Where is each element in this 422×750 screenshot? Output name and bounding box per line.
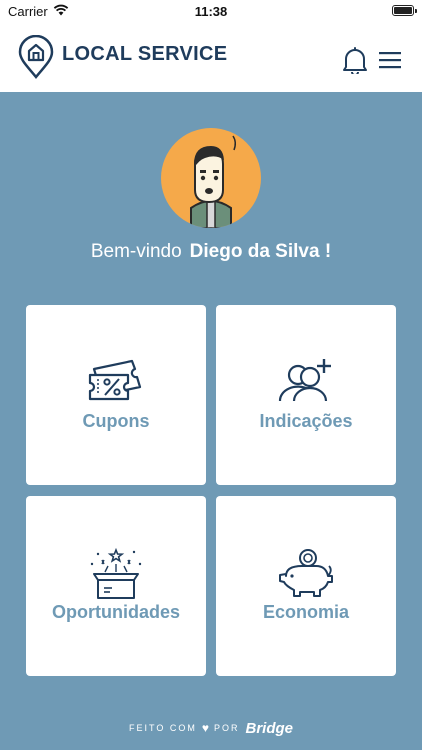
battery-icon: [392, 5, 417, 16]
avatar[interactable]: [161, 128, 261, 228]
gift-box-icon: [88, 547, 144, 605]
card-economia-label: Economia: [262, 602, 350, 622]
footer-by: POR: [213, 723, 240, 733]
coupon-icon: [88, 357, 144, 406]
footer-brand-logo[interactable]: Bridge: [245, 720, 293, 737]
greeting-text: Bem-vindo: [90, 241, 182, 262]
card-oportunidades-label: Oportunidades: [51, 602, 180, 622]
user-name: Diego da Silva !: [189, 241, 332, 262]
footer-credit: FEITO COM ♥ POR Bridge: [0, 716, 422, 740]
clock: 11:38: [194, 4, 228, 19]
status-bar: Carrier 11:38: [0, 0, 422, 22]
card-indicacoes-label: Indicações: [259, 411, 353, 431]
piggy-bank-icon: [278, 548, 334, 603]
avatar-illustration: [190, 135, 237, 228]
add-user-icon: [278, 357, 334, 408]
location-home-logo-icon: [18, 34, 54, 84]
card-indicacoes[interactable]: Indicações: [216, 305, 396, 485]
card-economia[interactable]: Economia: [216, 496, 396, 676]
footer-made-with: FEITO COM: [129, 723, 197, 733]
bell-icon[interactable]: [342, 46, 368, 79]
app-title: LOCAL SERVICE: [62, 43, 228, 65]
card-oportunidades[interactable]: Oportunidades: [26, 496, 206, 676]
menu-icon[interactable]: [378, 51, 402, 74]
heart-icon: ♥: [201, 721, 209, 735]
card-cupons[interactable]: Cupons: [26, 305, 206, 485]
card-cupons-label: Cupons: [82, 411, 150, 431]
welcome-message: Bem-vindo Diego da Silva !: [0, 241, 422, 263]
app-header: LOCAL SERVICE: [0, 22, 422, 92]
